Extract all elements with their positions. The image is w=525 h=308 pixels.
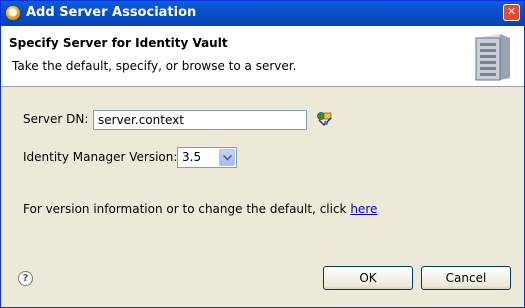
server-dn-label: Server DN: [23,112,89,126]
browse-icon[interactable] [315,109,335,129]
banner-description: Take the default, specify, or browse to … [12,59,297,73]
version-label: Identity Manager Version: [23,150,178,164]
chevron-down-icon[interactable] [219,149,235,166]
server-dn-field[interactable] [93,110,307,130]
version-select-value: 3.5 [182,150,202,164]
version-select[interactable]: 3.5 [177,147,237,168]
window-title: Add Server Association [26,5,197,20]
help-icon[interactable]: ? [18,271,33,286]
banner: Specify Server for Identity Vault Take t… [1,26,524,87]
app-icon: ● [6,6,20,20]
banner-title: Specify Server for Identity Vault [9,36,228,50]
here-link[interactable]: here [350,202,377,216]
close-icon[interactable]: ✕ [503,4,520,21]
server-icon [475,34,510,81]
version-info-text: For version information or to change the… [23,202,377,216]
version-info-prefix: For version information or to change the… [23,202,351,216]
ok-button[interactable]: OK [323,266,413,290]
dialog-window: ● Add Server Association ✕ Specify Serve… [0,0,525,308]
title-bar[interactable]: ● Add Server Association ✕ [1,1,524,26]
cancel-button[interactable]: Cancel [421,266,511,290]
